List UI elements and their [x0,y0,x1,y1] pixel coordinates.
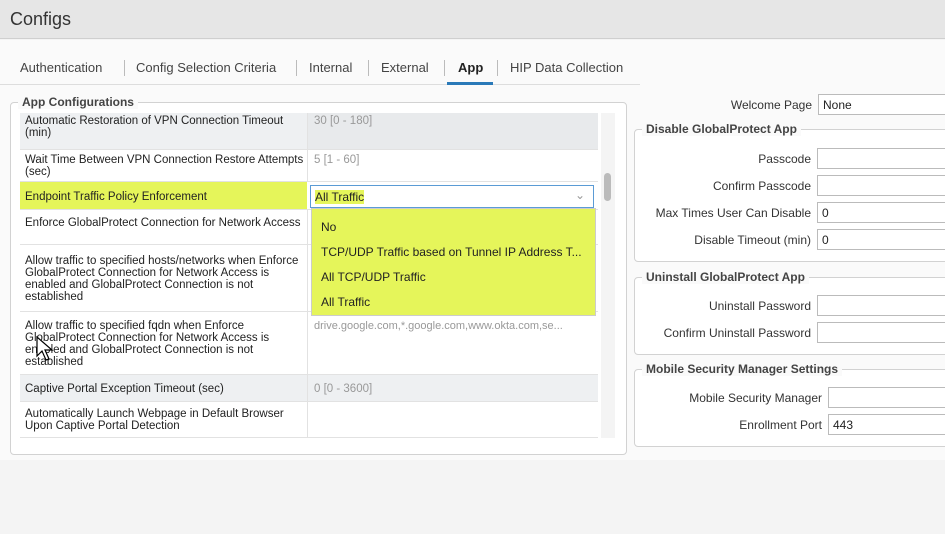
welcome-page-select[interactable]: None [818,94,945,115]
passcode-label: Passcode [758,152,811,166]
tab-authentication[interactable]: Authentication [20,60,102,75]
tab-app[interactable]: App [458,60,483,75]
uninstall-password-label: Uninstall Password [708,299,811,313]
confirm-uninstall-password-label: Confirm Uninstall Password [663,326,811,340]
page-title: Configs [10,9,72,29]
mobile-security-manager-label: Mobile Security Manager [689,391,822,405]
endpoint-traffic-select[interactable]: All Traffic ⌄ [310,185,594,208]
fieldset-legend: Disable GlobalProtect App [642,122,801,136]
title-bar: Configs [0,0,945,39]
table-row: Wait Time Between VPN Connection Restore… [20,150,598,182]
enrollment-port-label: Enrollment Port [739,418,822,432]
uninstall-globalprotect-fieldset [634,277,945,355]
mouse-cursor-icon [36,336,54,361]
tab-external[interactable]: External [381,60,429,75]
active-tab-indicator [447,82,493,85]
tab-baseline [0,84,640,85]
dropdown-list: No TCP/UDP Traffic based on Tunnel IP Ad… [311,208,596,316]
fieldset-legend: Uninstall GlobalProtect App [642,270,809,284]
disable-timeout-input[interactable]: 0 [817,229,945,250]
option-no[interactable]: No [321,220,336,234]
uninstall-password-input[interactable] [817,295,945,316]
table-row: Captive Portal Exception Timeout (sec) 0 … [20,375,598,402]
tab-config-selection-criteria[interactable]: Config Selection Criteria [136,60,276,75]
tab-divider [296,60,297,76]
option-all-tcp-udp[interactable]: All TCP/UDP Traffic [321,270,426,284]
confirm-uninstall-password-input[interactable] [817,322,945,343]
scrollbar-thumb[interactable] [604,173,611,201]
confirm-passcode-input[interactable] [817,175,945,196]
option-tcp-udp-tunnel[interactable]: TCP/UDP Traffic based on Tunnel IP Addre… [321,245,582,259]
confirm-passcode-label: Confirm Passcode [712,179,811,193]
enrollment-port-input[interactable]: 443 [828,414,945,435]
table-row: Automatic Restoration of VPN Connection … [20,113,598,150]
fieldset-legend: App Configurations [18,95,138,109]
table-row: Automatically Launch Webpage in Default … [20,402,598,438]
option-all-traffic[interactable]: All Traffic [321,295,370,309]
welcome-page-label: Welcome Page [730,98,812,112]
tab-divider [497,60,498,76]
disable-timeout-label: Disable Timeout (min) [694,233,811,247]
tab-hip-data-collection[interactable]: HIP Data Collection [510,60,623,75]
max-times-label: Max Times User Can Disable [655,206,811,220]
chevron-down-icon: ⌄ [574,188,585,202]
fieldset-legend: Mobile Security Manager Settings [642,362,843,376]
passcode-input[interactable] [817,148,945,169]
table-row: Allow traffic to specified fqdn when Enf… [20,312,598,375]
max-times-input[interactable]: 0 [817,202,945,223]
mobile-security-manager-fieldset [634,369,945,447]
selected-value: All Traffic [315,190,365,204]
mobile-security-manager-input[interactable] [828,387,945,408]
tab-divider [368,60,369,76]
tab-divider [444,60,445,76]
tab-divider [124,60,125,76]
tab-internal[interactable]: Internal [309,60,352,75]
